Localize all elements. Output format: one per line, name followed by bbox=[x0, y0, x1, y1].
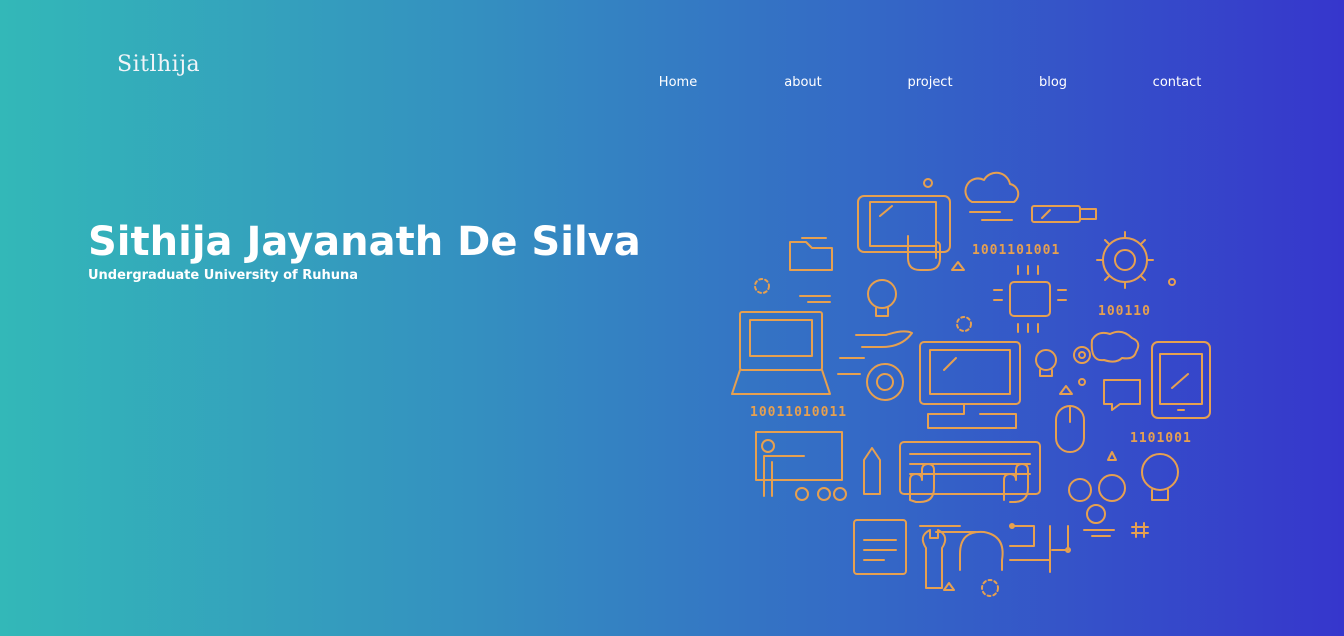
dot-icon bbox=[923, 178, 933, 188]
tech-illustration-svg: 1001101001 100110 10011010011 1101001 bbox=[731, 171, 1211, 597]
head-icon bbox=[959, 530, 1004, 571]
main-nav: Home about project blog contact bbox=[0, 75, 1344, 95]
chat-bubble-icon bbox=[1103, 379, 1141, 411]
binary-text-4: 1101001 bbox=[1130, 431, 1192, 446]
hero-subtitle: Undergraduate University of Ruhuna bbox=[88, 268, 359, 283]
wrench-icon bbox=[921, 529, 947, 589]
presentation-board-icon bbox=[755, 431, 843, 497]
idea-bulb-icon bbox=[1141, 453, 1179, 501]
gear-mid-icon bbox=[866, 363, 904, 401]
smartphone-icon bbox=[1151, 341, 1211, 419]
cloud-icon bbox=[964, 171, 1020, 221]
computer-mouse-icon bbox=[1055, 405, 1085, 453]
chip-icon bbox=[993, 265, 1067, 333]
hand-icon bbox=[855, 330, 913, 348]
nav-link-blog[interactable]: blog bbox=[1039, 75, 1067, 90]
tech-illustration: 1001101001 100110 10011010011 1101001 bbox=[720, 170, 1220, 605]
binary-text-2: 100110 bbox=[1098, 304, 1151, 319]
hero-title: Sithija Jayanath De Silva bbox=[88, 219, 641, 265]
nav-link-home[interactable]: Home bbox=[659, 75, 697, 90]
desktop-monitor-icon bbox=[919, 341, 1021, 429]
nav-link-contact[interactable]: contact bbox=[1153, 75, 1202, 90]
brain-icon bbox=[1090, 330, 1140, 363]
folder-icon bbox=[789, 237, 833, 271]
gear-small-icon bbox=[1073, 346, 1091, 364]
binary-text-3: 10011010011 bbox=[750, 405, 847, 420]
usb-drive-icon bbox=[1031, 205, 1097, 223]
book-icon bbox=[853, 519, 907, 575]
lightbulb-mid-icon bbox=[1035, 349, 1057, 377]
binary-text-1: 1001101001 bbox=[972, 243, 1060, 258]
laptop-icon bbox=[731, 311, 831, 395]
tablet-touch-icon bbox=[857, 195, 951, 271]
nav-link-about[interactable]: about bbox=[784, 75, 822, 90]
nav-link-project[interactable]: project bbox=[907, 75, 952, 90]
keyboard-typing-icon bbox=[899, 441, 1041, 503]
gear-icon bbox=[1096, 231, 1154, 289]
circuit-board-icon bbox=[1009, 523, 1071, 573]
people-group-icon bbox=[795, 487, 847, 501]
site-logo[interactable]: Sitlhija bbox=[117, 52, 200, 77]
pencil-icon bbox=[863, 447, 881, 495]
lightbulb-icon bbox=[867, 279, 897, 317]
gears-cluster-icon bbox=[1068, 474, 1126, 524]
